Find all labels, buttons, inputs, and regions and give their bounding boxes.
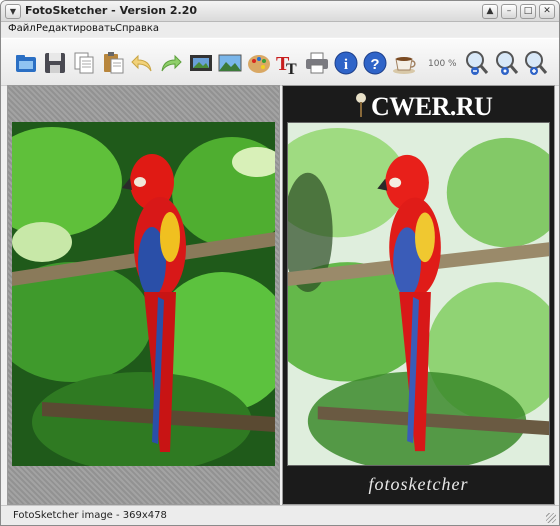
status-bar: FotoSketcher image - 369x478	[1, 505, 559, 525]
status-text: FotoSketcher image - 369x478	[13, 510, 167, 521]
zoom-level: 100 %	[428, 59, 457, 69]
sketch-image	[287, 122, 550, 466]
menu-bar: Файл Редактировать Справка	[1, 22, 559, 37]
zoom-in-icon[interactable]	[523, 50, 549, 76]
menu-file[interactable]: Файл	[8, 23, 36, 34]
system-menu-button[interactable]: ▼	[5, 4, 21, 19]
close-button[interactable]: ✕	[539, 4, 555, 19]
minimize-button[interactable]: –	[501, 4, 517, 19]
sketch-result-pane[interactable]: CWER.RU fotosketcher	[282, 85, 555, 505]
collapse-button[interactable]: ▲	[482, 4, 498, 19]
resize-grip[interactable]	[546, 513, 556, 523]
svg-text:T: T	[286, 61, 297, 76]
open-folder-icon[interactable]	[13, 50, 39, 76]
menu-help[interactable]: Справка	[115, 23, 159, 34]
redo-icon[interactable]	[158, 50, 184, 76]
save-icon[interactable]	[42, 50, 68, 76]
title-bar: ▼ FotoSketcher - Version 2.20 ▲ – □ ✕	[1, 1, 559, 22]
filmstrip-icon[interactable]	[188, 50, 214, 76]
logo-text: CWER.RU	[371, 92, 493, 121]
window-title: FotoSketcher - Version 2.20	[25, 4, 198, 17]
info-icon[interactable]: i	[333, 50, 359, 76]
svg-text:?: ?	[370, 56, 379, 73]
flower-icon	[356, 93, 366, 117]
text-icon[interactable]: TT	[275, 50, 301, 76]
toolbar: TT i ? 100 %	[1, 38, 559, 86]
coffee-icon[interactable]	[391, 50, 417, 76]
menu-edit[interactable]: Редактировать	[36, 23, 116, 34]
undo-icon[interactable]	[129, 50, 155, 76]
fotosketcher-signature: fotosketcher	[368, 474, 469, 494]
copy-icon[interactable]	[71, 50, 97, 76]
zoom-out-icon[interactable]	[464, 50, 490, 76]
maximize-button[interactable]: □	[520, 4, 536, 19]
paste-icon[interactable]	[100, 50, 126, 76]
print-icon[interactable]	[304, 50, 330, 76]
original-image-pane[interactable]	[7, 85, 280, 505]
cwer-logo: CWER.RU	[351, 90, 501, 121]
palette-icon[interactable]	[246, 50, 272, 76]
landscape-icon[interactable]	[217, 50, 243, 76]
zoom-100-icon[interactable]	[494, 50, 520, 76]
app-window: ▼ FotoSketcher - Version 2.20 ▲ – □ ✕ Фа…	[0, 0, 560, 526]
help-icon[interactable]: ?	[362, 50, 388, 76]
original-image	[12, 122, 275, 466]
svg-text:i: i	[344, 57, 348, 73]
